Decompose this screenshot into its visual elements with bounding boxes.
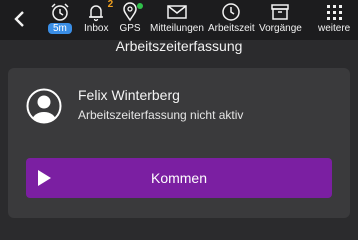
toolbar-mitteilungen[interactable]: Mitteilungen <box>150 2 204 38</box>
toolbar-gps-label: GPS <box>119 23 141 34</box>
gps-status-dot <box>137 3 143 9</box>
kommen-button[interactable]: Kommen <box>26 158 332 198</box>
grid-dots-icon <box>323 2 345 22</box>
toolbar-vorgaenge[interactable]: Vorgänge <box>259 2 302 38</box>
user-name: Felix Winterberg <box>78 87 180 103</box>
archive-box-icon <box>269 2 291 22</box>
toolbar-weitere-label: weitere <box>318 23 351 34</box>
toolbar-weitere[interactable]: weitere <box>318 2 350 38</box>
location-pin-icon <box>119 2 143 22</box>
play-icon <box>38 170 51 186</box>
toolbar-mitteilungen-label: Mitteilungen <box>150 23 204 34</box>
bell-icon: 2 <box>85 0 113 22</box>
page-title: Arbeitszeiterfassung <box>115 38 243 54</box>
user-avatar-icon <box>26 88 62 124</box>
alarm-clock-icon <box>49 2 71 22</box>
toolbar-timer[interactable]: 5m <box>48 2 72 38</box>
avatar <box>26 88 62 124</box>
toolbar-timer-label: 5m <box>48 23 72 34</box>
time-tracking-status: Arbeitszeiterfassung nicht aktiv <box>78 108 244 122</box>
chevron-left-icon <box>14 11 24 27</box>
top-toolbar: 5m 2 Inbox GPS Mitteilungen Arbeitszeit … <box>0 0 358 40</box>
toolbar-gps[interactable]: GPS <box>119 2 143 38</box>
inbox-badge: 2 <box>107 0 114 10</box>
envelope-icon <box>166 2 188 22</box>
back-button[interactable] <box>8 8 30 30</box>
clock-icon <box>220 2 242 22</box>
toolbar-arbeitszeit-label: Arbeitszeit <box>208 23 255 34</box>
kommen-button-label: Kommen <box>150 170 208 186</box>
user-time-card: Felix Winterberg Arbeitszeiterfassung ni… <box>8 68 350 218</box>
toolbar-inbox[interactable]: 2 Inbox <box>84 0 113 38</box>
toolbar-arbeitszeit[interactable]: Arbeitszeit <box>208 2 255 38</box>
toolbar-vorgaenge-label: Vorgänge <box>259 23 302 34</box>
toolbar-inbox-label: Inbox <box>84 23 109 34</box>
